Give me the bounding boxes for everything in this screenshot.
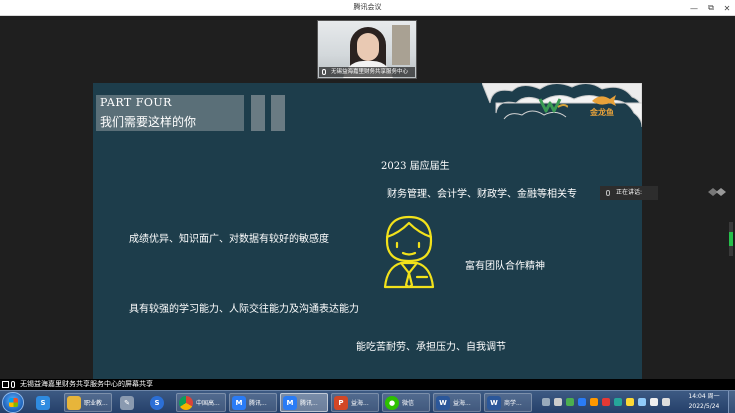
taskbar-app-6[interactable]: M 腾讯... [280, 393, 328, 412]
taskbar-app-6-label: 腾讯... [300, 400, 318, 407]
tool-icon: ✎ [120, 395, 134, 410]
taskbar-app-3[interactable]: S [148, 393, 172, 412]
share-banner-label: 无锡益海嘉里财务共享服务中心的屏幕共享 [20, 380, 153, 388]
taskbar-app-9-label: 益海... [453, 400, 471, 407]
mic-icon [322, 69, 326, 75]
taskbar-app-10-label: 商学... [504, 400, 522, 407]
share-screen-icon [2, 381, 9, 388]
share-mic-icon [11, 381, 15, 388]
taskbar-app-7-label: 益海... [351, 400, 369, 407]
windows-logo-icon [9, 398, 18, 407]
shield-icon[interactable] [638, 398, 646, 406]
taskbar-app-2[interactable]: ✎ [118, 393, 142, 412]
word-icon: W [436, 395, 450, 410]
section-title-zh: 我们需要这样的你 [100, 115, 197, 129]
title-bar: 腾讯会议 — ⧉ ✕ [0, 0, 735, 16]
side-scrollbar-thumb[interactable] [729, 232, 733, 246]
taskbar-app-7[interactable]: P 益海... [331, 393, 379, 412]
taskbar-app-5-label: 腾讯... [249, 400, 267, 407]
participant-video-tile[interactable]: 无锡益海嘉里财务共享服务中心 [317, 20, 417, 79]
screen-share-banner[interactable]: 无锡益海嘉里财务共享服务中心的屏幕共享 [0, 379, 186, 390]
mascot-figure-icon [383, 215, 435, 289]
taskbar-app-1-label: 职业教... [84, 400, 108, 407]
sogou-icon: S [150, 395, 164, 410]
requirement-skills: 具有较强的学习能力、人际交往能力及沟通表达能力 [129, 304, 359, 315]
clock-time: 14:04 周一 [688, 393, 720, 400]
language-icon[interactable] [554, 398, 562, 406]
requirement-endurance: 能吃苦耐劳、承担压力、自我调节 [356, 342, 506, 353]
powerpoint-icon: P [334, 395, 348, 410]
brand-fish-icon [592, 95, 616, 106]
side-scrollbar[interactable] [729, 222, 733, 256]
start-button[interactable] [2, 392, 24, 413]
speaking-indicator: 正在讲话: [600, 186, 658, 200]
video-background-door [392, 25, 410, 65]
wechat-icon: ● [385, 395, 399, 410]
clock-date: 2022/5/24 [688, 403, 720, 410]
close-button[interactable]: ✕ [719, 1, 735, 15]
taskbar-app-8[interactable]: ● 微信 [382, 393, 430, 412]
chrome-icon [179, 395, 193, 410]
brand-name: 金龙鱼 [590, 108, 614, 117]
speaker-mic-icon [606, 190, 610, 196]
taskbar-app-4[interactable]: 中国高... [176, 393, 226, 412]
decor-bar-left [251, 95, 265, 131]
collapse-panel-icon[interactable] [704, 186, 728, 198]
section-header-box: PART FOUR 我们需要这样的你 [96, 95, 244, 131]
participant-name-bar: 无锡益海嘉里财务共享服务中心 [319, 67, 415, 77]
requirement-grades: 成绩优异、知识面广、对数据有较好的敏感度 [129, 234, 329, 245]
power-icon[interactable] [626, 398, 634, 406]
notification-icon[interactable] [590, 398, 598, 406]
tencent-meeting-icon: M [232, 395, 246, 410]
taskbar-clock[interactable]: 14:04 周一 2022/5/24 [684, 392, 724, 413]
network-icon[interactable] [650, 398, 658, 406]
speaking-label: 正在讲话: [616, 189, 643, 196]
volume-icon[interactable] [662, 398, 670, 406]
antivirus-icon[interactable] [602, 398, 610, 406]
security-icon[interactable] [566, 398, 574, 406]
participant-face [357, 33, 379, 61]
qq-pinyin-icon: S [36, 395, 50, 410]
requirement-graduates: 2023 届应届生 [381, 161, 450, 172]
meeting-tray-icon[interactable] [578, 398, 586, 406]
taskbar-app-4-label: 中国高... [196, 400, 220, 407]
cloud-sync-icon[interactable] [614, 398, 622, 406]
window-title: 腾讯会议 [353, 3, 382, 11]
participant-name: 无锡益海嘉里财务共享服务中心 [331, 69, 409, 75]
windows-taskbar: S 职业教... ✎ S 中国高... M 腾讯... M 腾讯... P 益海… [0, 390, 735, 413]
tencent-meeting-icon: M [283, 395, 297, 410]
taskbar-app-0[interactable]: S [34, 393, 58, 412]
system-tray [540, 393, 680, 412]
restore-button[interactable]: ⧉ [703, 1, 719, 15]
requirement-teamwork: 富有团队合作精神 [465, 261, 545, 272]
taskbar-app-10[interactable]: W 商学... [484, 393, 532, 412]
shared-slide: PART FOUR 我们需要这样的你 金龙鱼 2023 届应届生 财务管理、会计… [93, 83, 642, 379]
word-icon: W [487, 395, 501, 410]
show-desktop-button[interactable] [728, 391, 735, 413]
company-logo [538, 98, 568, 113]
taskbar-app-1[interactable]: 职业教... [64, 393, 112, 412]
decor-bar-right [271, 95, 285, 131]
taskbar-app-9[interactable]: W 益海... [433, 393, 481, 412]
keyboard-icon[interactable] [542, 398, 550, 406]
folder-icon [67, 395, 81, 410]
minimize-button[interactable]: — [686, 1, 702, 15]
taskbar-app-8-label: 微信 [402, 400, 415, 407]
section-title-en: PART FOUR [100, 96, 172, 109]
requirement-majors: 财务管理、会计学、财政学、金融等相关专 [387, 189, 577, 200]
taskbar-app-5[interactable]: M 腾讯... [229, 393, 277, 412]
